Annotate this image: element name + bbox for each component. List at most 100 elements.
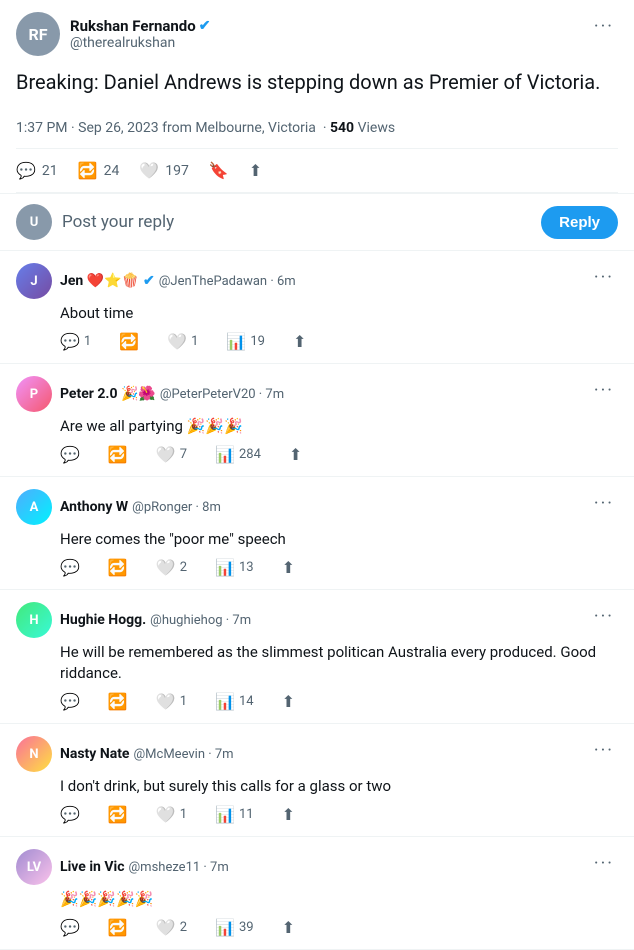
reply-handle-time: @PeterPeterV20 · 7m — [160, 387, 284, 402]
reply-author-info: Jen ❤️⭐🍿 ✔ @JenThePadawan · 6m — [60, 273, 296, 289]
reply-like-action[interactable]: 🤍 1 — [156, 692, 187, 711]
share-icon: ⬆ — [289, 445, 302, 464]
reply-avatar: LV — [16, 849, 52, 885]
reply-like-action[interactable]: 🤍 1 — [156, 805, 187, 824]
reply-comment-action[interactable]: 💬 — [60, 918, 80, 937]
reply-retweet-action[interactable]: 🔁 — [108, 445, 128, 464]
reply-author-name: Live in Vic — [60, 859, 125, 875]
share-icon: ⬆ — [282, 558, 295, 577]
reply-author-row: P Peter 2.0 🎉🌺 @PeterPeterV20 · 7m — [16, 376, 284, 412]
reply-more-button[interactable]: ··· — [590, 602, 618, 631]
reply-share-action[interactable]: ⬆ — [282, 692, 295, 711]
reply-handle-time: @pRonger · 8m — [132, 500, 221, 515]
tweet-meta: 1:37 PM · Sep 26, 2023 from Melbourne, V… — [16, 108, 618, 149]
reply-handle-time: @McMeevin · 7m — [134, 747, 234, 762]
like-stat[interactable]: 🤍 197 — [139, 161, 189, 180]
reply-views-action[interactable]: 📊 39 — [215, 918, 254, 937]
comment-icon: 💬 — [60, 332, 80, 351]
reply-more-button[interactable]: ··· — [590, 736, 618, 765]
reply-name-line: Hughie Hogg. @hughiehog · 7m — [60, 612, 251, 628]
reply-share-action[interactable]: ⬆ — [293, 332, 306, 351]
share-stat[interactable]: ⬆ — [249, 161, 262, 180]
reply-retweet-action[interactable]: 🔁 — [108, 805, 128, 824]
comment-stat[interactable]: 💬 21 — [16, 161, 58, 180]
verified-icon: ✔ — [199, 18, 211, 34]
reply-author-info: Live in Vic @msheze11 · 7m — [60, 859, 229, 875]
bookmark-stat[interactable]: 🔖 — [209, 161, 229, 180]
reply-comment-action[interactable]: 💬 — [60, 805, 80, 824]
reply-name-line: Anthony W @pRonger · 8m — [60, 499, 221, 515]
reply-author-name: Jen ❤️⭐🍿 — [60, 273, 139, 289]
reply-avatar: A — [16, 489, 52, 525]
views-icon: 📊 — [215, 692, 235, 711]
reply-content: I don't drink, but surely this calls for… — [60, 776, 618, 797]
reply-author-name: Peter 2.0 🎉🌺 — [60, 386, 156, 402]
reply-like-action[interactable]: 🤍 1 — [167, 332, 198, 351]
reply-comment-count: 1 — [84, 334, 91, 349]
like-icon: 🤍 — [139, 161, 159, 180]
reply-views-action[interactable]: 📊 11 — [215, 805, 254, 824]
reply-name-line: Nasty Nate @McMeevin · 7m — [60, 746, 234, 762]
reply-retweet-action[interactable]: 🔁 — [108, 918, 128, 937]
reply-author-name: Anthony W — [60, 499, 128, 515]
reply-author-info: Hughie Hogg. @hughiehog · 7m — [60, 612, 251, 628]
like-icon: 🤍 — [156, 918, 176, 937]
reply-submit-button[interactable]: Reply — [541, 206, 618, 239]
reply-placeholder-text[interactable]: Post your reply — [62, 212, 531, 232]
reply-more-button[interactable]: ··· — [590, 376, 618, 405]
reply-more-button[interactable]: ··· — [590, 263, 618, 292]
reply-actions: 💬 1 🔁 🤍 1 📊 19 ⬆ — [60, 332, 618, 351]
reply-like-action[interactable]: 🤍 7 — [156, 445, 187, 464]
reply-avatar: P — [16, 376, 52, 412]
reply-item: N Nasty Nate @McMeevin · 7m ··· I don't … — [0, 724, 634, 837]
like-icon: 🤍 — [156, 445, 176, 464]
reply-author-info: Nasty Nate @McMeevin · 7m — [60, 746, 234, 762]
views-icon: 📊 — [215, 805, 235, 824]
reply-like-action[interactable]: 🤍 2 — [156, 918, 187, 937]
tweet-timestamp: 1:37 PM · Sep 26, 2023 from Melbourne, V… — [16, 120, 316, 136]
reply-comment-action[interactable]: 💬 — [60, 558, 80, 577]
reply-like-action[interactable]: 🤍 2 — [156, 558, 187, 577]
tweet-content: Breaking: Daniel Andrews is stepping dow… — [16, 68, 618, 96]
reply-item: LV Live in Vic @msheze11 · 7m ··· 🎉🎉🎉🎉🎉 … — [0, 837, 634, 950]
reply-more-button[interactable]: ··· — [590, 489, 618, 518]
reply-content: About time — [60, 303, 618, 324]
retweet-icon: 🔁 — [108, 918, 128, 937]
reply-like-count: 1 — [180, 694, 187, 709]
reply-more-button[interactable]: ··· — [590, 849, 618, 878]
comment-icon: 💬 — [60, 918, 80, 937]
reply-views-action[interactable]: 📊 19 — [226, 332, 265, 351]
verified-icon: ✔ — [143, 273, 155, 289]
reply-views-action[interactable]: 📊 14 — [215, 692, 254, 711]
like-icon: 🤍 — [156, 692, 176, 711]
reply-retweet-action[interactable]: 🔁 — [108, 558, 128, 577]
more-options-button[interactable]: ··· — [590, 12, 618, 41]
reply-comment-action[interactable]: 💬 1 — [60, 332, 91, 351]
reply-handle-time: @hughiehog · 7m — [150, 613, 251, 628]
like-icon: 🤍 — [156, 805, 176, 824]
reply-share-action[interactable]: ⬆ — [282, 918, 295, 937]
reply-author-row: H Hughie Hogg. @hughiehog · 7m — [16, 602, 251, 638]
reply-views-count: 39 — [239, 920, 254, 935]
reply-header: J Jen ❤️⭐🍿 ✔ @JenThePadawan · 6m ··· — [16, 263, 618, 299]
reply-comment-action[interactable]: 💬 — [60, 692, 80, 711]
reply-views-action[interactable]: 📊 13 — [215, 558, 254, 577]
reply-header: A Anthony W @pRonger · 8m ··· — [16, 489, 618, 525]
reply-share-action[interactable]: ⬆ — [282, 558, 295, 577]
reply-share-action[interactable]: ⬆ — [282, 805, 295, 824]
reply-actions: 💬 🔁 🤍 1 📊 14 ⬆ — [60, 692, 618, 711]
reply-retweet-action[interactable]: 🔁 — [119, 332, 139, 351]
reply-views-action[interactable]: 📊 284 — [215, 445, 261, 464]
tweet-views-label: Views — [358, 120, 396, 136]
reply-retweet-action[interactable]: 🔁 — [108, 692, 128, 711]
tweet-stats: 💬 21 🔁 24 🤍 197 🔖 ⬆ — [16, 149, 618, 193]
reply-author-row: LV Live in Vic @msheze11 · 7m — [16, 849, 229, 885]
retweet-icon: 🔁 — [78, 161, 98, 180]
reply-comment-action[interactable]: 💬 — [60, 445, 80, 464]
retweet-stat[interactable]: 🔁 24 — [78, 161, 120, 180]
reply-header: LV Live in Vic @msheze11 · 7m ··· — [16, 849, 618, 885]
reply-name-line: Peter 2.0 🎉🌺 @PeterPeterV20 · 7m — [60, 386, 284, 402]
reply-share-action[interactable]: ⬆ — [289, 445, 302, 464]
reply-like-count: 2 — [180, 920, 187, 935]
reply-author-row: A Anthony W @pRonger · 8m — [16, 489, 221, 525]
